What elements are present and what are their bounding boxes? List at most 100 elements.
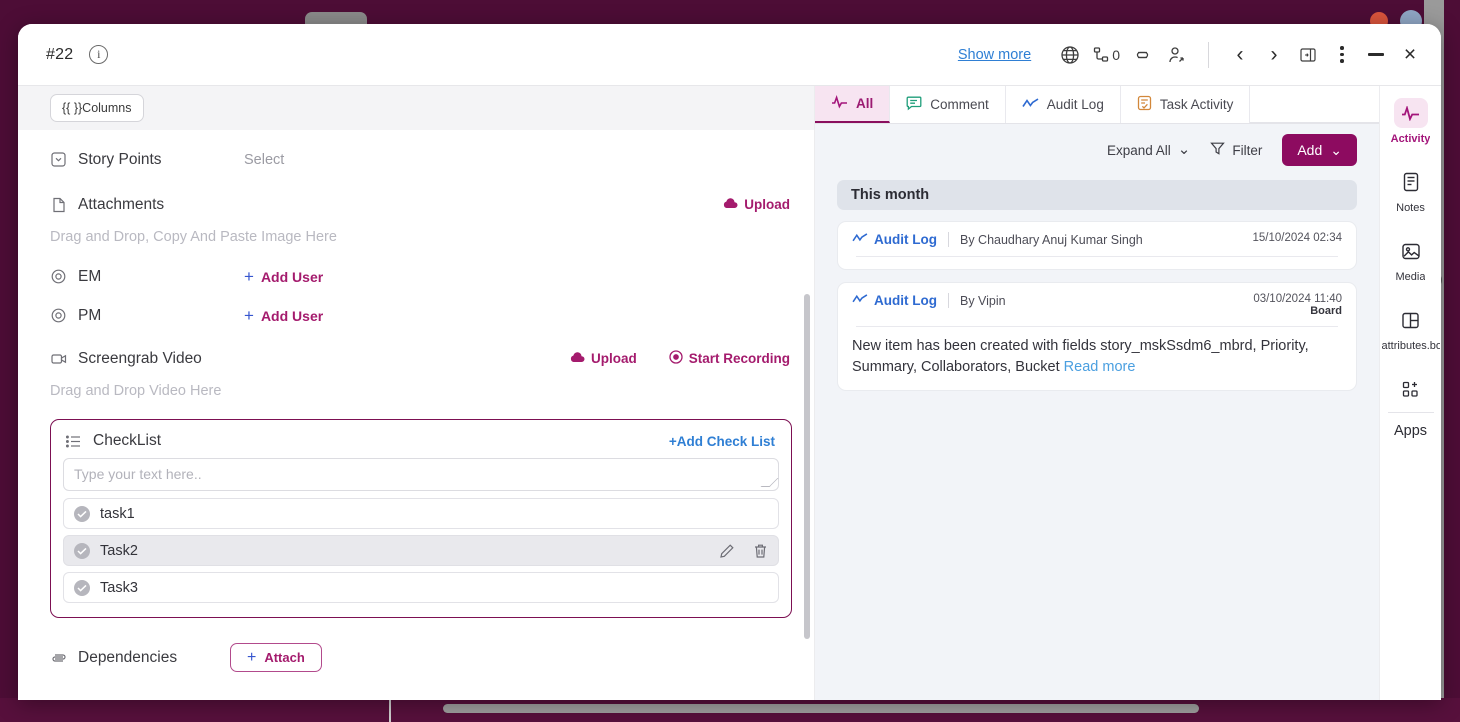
entry-body: New item has been created with fields st…: [852, 327, 1342, 378]
checklist-item-actions: [719, 543, 768, 559]
activity-panel: All Comment Audit Log Task Activity Expa…: [815, 86, 1379, 700]
next-button[interactable]: ›: [1257, 38, 1291, 72]
add-button[interactable]: Add ⌄: [1282, 134, 1357, 166]
trash-icon[interactable]: [753, 543, 768, 559]
read-more-link[interactable]: Read more: [1064, 359, 1136, 375]
check-circle-icon[interactable]: [74, 542, 90, 559]
field-label-dependencies: Dependencies: [78, 648, 178, 666]
attach-dependency-button[interactable]: + Attach: [230, 643, 322, 672]
entry-timestamp: 15/10/2024 02:34: [1252, 232, 1342, 244]
upload-cloud-icon: [723, 197, 738, 213]
show-more-link[interactable]: Show more: [958, 47, 1031, 63]
rail-item-activity[interactable]: Activity: [1380, 98, 1441, 145]
dropdown-square-icon: [50, 152, 67, 167]
entry-author: By Vipin: [947, 293, 1006, 308]
entry-timestamp: 03/10/2024 11:40: [1253, 293, 1342, 305]
dependencies-icon: [50, 651, 67, 665]
activity-entry[interactable]: Audit Log By Vipin 03/10/2024 11:40 Boar…: [837, 282, 1357, 391]
tab-task-activity[interactable]: Task Activity: [1121, 86, 1251, 123]
field-row-pm: PM + Add User: [18, 296, 814, 335]
attachments-upload-button[interactable]: Upload: [723, 197, 790, 213]
pm-add-user-button[interactable]: + Add User: [244, 306, 323, 326]
entry-source: Board: [1310, 305, 1342, 317]
feed-group-header: This month: [837, 180, 1357, 210]
modal-header: #22 i Show more 0 ‹ › ×: [18, 24, 1441, 86]
rail-item-apps-add[interactable]: [1380, 374, 1441, 404]
activity-entry-header: Audit Log By Chaudhary Anuj Kumar Singh …: [852, 232, 1342, 247]
user-circle-icon: [50, 269, 67, 284]
fields-panel-scrollbar[interactable]: [804, 294, 810, 639]
resize-grip-icon[interactable]: [760, 478, 779, 487]
entry-meta: 03/10/2024 11:40 Board: [1253, 293, 1342, 317]
story-points-value[interactable]: Select: [244, 152, 284, 168]
rail-item-notes[interactable]: Notes: [1380, 167, 1441, 214]
columns-chip[interactable]: {{ }}Columns: [50, 94, 144, 122]
close-button[interactable]: ×: [1393, 38, 1427, 72]
activity-pulse-icon: [1393, 98, 1428, 128]
checklist-item[interactable]: Task2: [63, 535, 779, 566]
expand-all-button[interactable]: Expand All ⌄: [1107, 141, 1191, 158]
checklist-header: CheckList +Add Check List: [63, 430, 779, 458]
checklist-item[interactable]: Task3: [63, 572, 779, 603]
tab-comment[interactable]: Comment: [890, 86, 1006, 123]
notes-icon: [1394, 167, 1428, 197]
field-row-sub-task: Sub Task 0 + Create: [18, 699, 814, 700]
filter-button[interactable]: Filter: [1210, 141, 1262, 159]
chevron-down-icon: ⌄: [1177, 141, 1191, 158]
user-circle-icon: [50, 308, 67, 323]
link-chain-icon[interactable]: [1126, 38, 1160, 72]
checklist-item-label: task1: [100, 505, 135, 522]
media-image-icon: [1394, 236, 1428, 266]
globe-icon[interactable]: [1053, 38, 1087, 72]
video-drop-hint: Drag and Drop Video Here: [50, 383, 222, 399]
audit-log-icon: [852, 232, 868, 247]
chevron-down-icon: ⌄: [1330, 142, 1342, 158]
video-upload-button[interactable]: Upload: [570, 351, 637, 367]
activity-entry[interactable]: Audit Log By Chaudhary Anuj Kumar Singh …: [837, 221, 1357, 270]
check-circle-icon[interactable]: [74, 579, 90, 596]
rail-item-media[interactable]: Media: [1380, 236, 1441, 283]
field-row-dependencies: Dependencies + Attach: [18, 638, 814, 677]
tab-audit-log[interactable]: Audit Log: [1006, 86, 1121, 123]
minimize-button[interactable]: [1359, 38, 1393, 72]
info-icon[interactable]: i: [89, 45, 109, 64]
checklist-input[interactable]: Type your text here..: [63, 458, 779, 491]
checklist-item[interactable]: task1: [63, 498, 779, 529]
rail-item-attributes-board[interactable]: attributes.bo: [1380, 305, 1441, 352]
field-row-attachments: Attachments Upload: [18, 185, 814, 224]
check-circle-icon[interactable]: [74, 505, 90, 522]
more-options-icon[interactable]: [1325, 38, 1359, 72]
share-user-icon[interactable]: [1160, 38, 1194, 72]
background-bottom-tick: [389, 698, 391, 722]
checklist-item-label: Task3: [100, 579, 138, 596]
add-check-list-button[interactable]: +Add Check List: [669, 434, 775, 449]
field-row-em: EM + Add User: [18, 257, 814, 296]
pencil-icon[interactable]: [719, 543, 735, 559]
field-label-screengrab-video: Screengrab Video: [78, 349, 202, 367]
prev-button[interactable]: ‹: [1223, 38, 1257, 72]
pm-add-user-label: Add User: [260, 307, 324, 324]
modal-body: {{ }}Columns Story Points Select Attachm…: [18, 86, 1441, 700]
rail-label-apps[interactable]: Apps: [1394, 423, 1427, 439]
filter-label: Filter: [1232, 142, 1263, 158]
activity-pulse-icon: [831, 94, 848, 112]
branch-icon[interactable]: 0: [1087, 38, 1126, 72]
attachments-drop-hint: Drag and Drop, Copy And Paste Image Here: [50, 229, 337, 245]
task-activity-icon: [1137, 95, 1152, 114]
record-icon: [669, 350, 683, 367]
em-add-user-button[interactable]: + Add User: [244, 267, 323, 287]
attach-label: Attach: [264, 650, 305, 665]
add-button-label: Add: [1297, 142, 1323, 158]
panel-toggle-icon[interactable]: [1291, 38, 1325, 72]
tab-all[interactable]: All: [815, 86, 891, 123]
activity-feed: This month Audit Log By Chaudhary Anuj K…: [815, 174, 1379, 403]
start-recording-button[interactable]: Start Recording: [669, 350, 790, 367]
em-add-user-label: Add User: [260, 268, 324, 285]
plus-icon: +: [244, 266, 254, 286]
horizontal-scrollbar[interactable]: [443, 704, 1199, 713]
audit-log-icon: [1022, 97, 1039, 113]
minimize-icon: [1368, 53, 1384, 56]
fields-panel: {{ }}Columns Story Points Select Attachm…: [18, 86, 815, 700]
field-row-story-points: Story Points Select: [18, 140, 814, 179]
file-icon: [50, 197, 67, 213]
